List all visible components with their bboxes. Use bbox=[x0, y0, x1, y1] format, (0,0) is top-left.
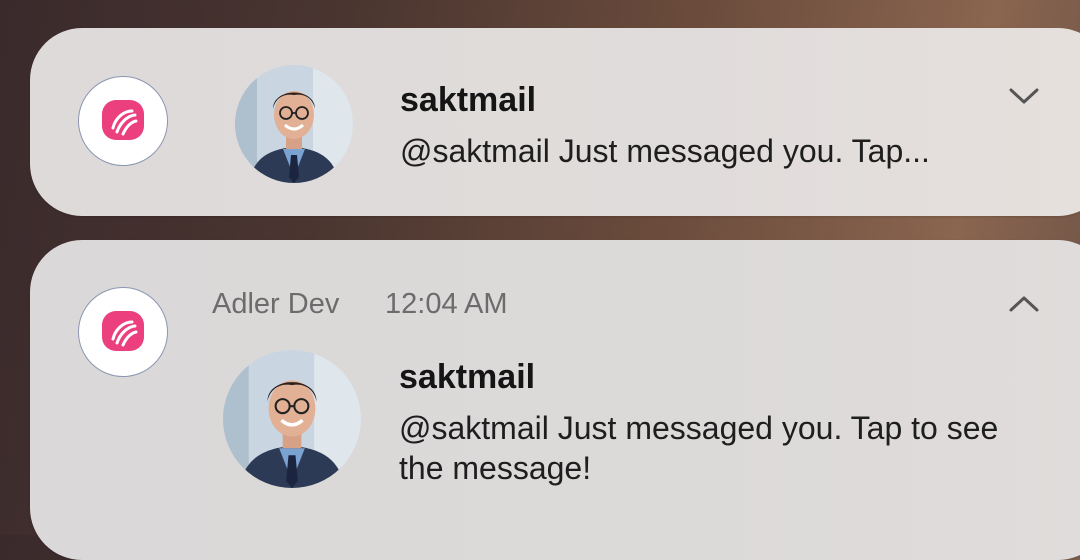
notification-message: @saktmail Just messaged you. Tap... bbox=[400, 133, 930, 169]
expand-toggle[interactable] bbox=[1006, 84, 1042, 108]
notification-card-expanded[interactable]: Adler Dev 12:04 AM saktmail @saktmail Ju… bbox=[30, 240, 1080, 560]
notification-sender: saktmail bbox=[399, 358, 536, 396]
sender-avatar bbox=[235, 65, 353, 183]
chevron-up-icon bbox=[1009, 296, 1039, 312]
app-name: Adler Dev bbox=[212, 288, 340, 320]
collapse-toggle[interactable] bbox=[1006, 292, 1042, 316]
app-icon bbox=[78, 287, 168, 377]
pink-chat-bubble-icon bbox=[102, 100, 144, 140]
profile-photo bbox=[235, 65, 353, 183]
notification-message: @saktmail Just messaged you. Tap to see … bbox=[399, 410, 999, 486]
app-icon bbox=[78, 76, 168, 166]
notification-card-collapsed[interactable]: saktmail @saktmail Just messaged you. Ta… bbox=[30, 28, 1080, 216]
notification-time: 12:04 AM bbox=[385, 288, 508, 320]
chevron-down-icon bbox=[1009, 88, 1039, 104]
pink-chat-bubble-icon bbox=[102, 311, 144, 351]
notification-sender: saktmail bbox=[400, 81, 537, 119]
profile-photo bbox=[223, 350, 361, 488]
sender-avatar bbox=[223, 350, 361, 488]
